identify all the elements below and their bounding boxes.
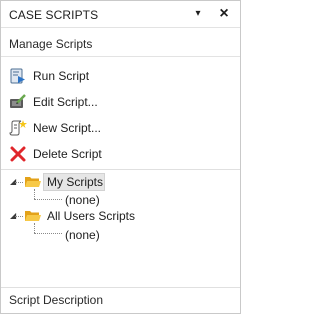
tree-node-my-scripts[interactable]: ◢ My Scripts <box>1 173 240 191</box>
tree-node-label: My Scripts <box>47 175 104 189</box>
new-script-button[interactable]: New Script... <box>1 117 240 139</box>
script-description-label: Script Description <box>9 293 104 307</box>
delete-icon <box>10 146 26 162</box>
new-script-label: New Script... <box>33 121 102 135</box>
panel-menu-dropdown-icon[interactable]: ▾ <box>190 6 206 22</box>
new-script-icon <box>9 120 27 136</box>
description-divider <box>1 287 240 288</box>
tree-connector <box>34 233 62 234</box>
tree-connector <box>15 182 23 183</box>
folder-open-icon <box>25 177 41 187</box>
tree-node-all-users-scripts[interactable]: ◢ All Users Scripts <box>1 207 240 225</box>
edit-script-icon <box>10 94 26 108</box>
panel-close-icon[interactable]: × <box>216 6 232 22</box>
delete-script-label: Delete Script <box>33 147 102 161</box>
edit-script-button[interactable]: Edit Script... <box>1 91 240 113</box>
run-script-label: Run Script <box>33 69 90 83</box>
tree-connector <box>34 199 62 200</box>
tree-node-none[interactable]: (none) <box>65 226 145 244</box>
tree-node-label: (none) <box>65 193 100 207</box>
tree-node-label: (none) <box>65 228 100 242</box>
tree-node-label: All Users Scripts <box>47 209 136 223</box>
tree-connector <box>34 223 35 233</box>
edit-script-label: Edit Script... <box>33 95 98 109</box>
commands-divider <box>1 169 240 170</box>
panel-titlebar: CASE SCRIPTS ▾ × <box>1 1 240 28</box>
tree-connector <box>15 216 23 217</box>
panel-title: CASE SCRIPTS <box>9 8 99 22</box>
run-script-button[interactable]: Run Script <box>1 65 240 87</box>
run-script-icon <box>10 68 25 84</box>
manage-scripts-header: Manage Scripts <box>1 28 240 57</box>
case-scripts-panel: CASE SCRIPTS ▾ × Manage Scripts Run Scri… <box>0 0 241 314</box>
tree-connector <box>34 189 35 199</box>
folder-open-icon <box>25 211 41 221</box>
manage-scripts-title: Manage Scripts <box>9 37 93 51</box>
delete-script-button[interactable]: Delete Script <box>1 143 240 165</box>
